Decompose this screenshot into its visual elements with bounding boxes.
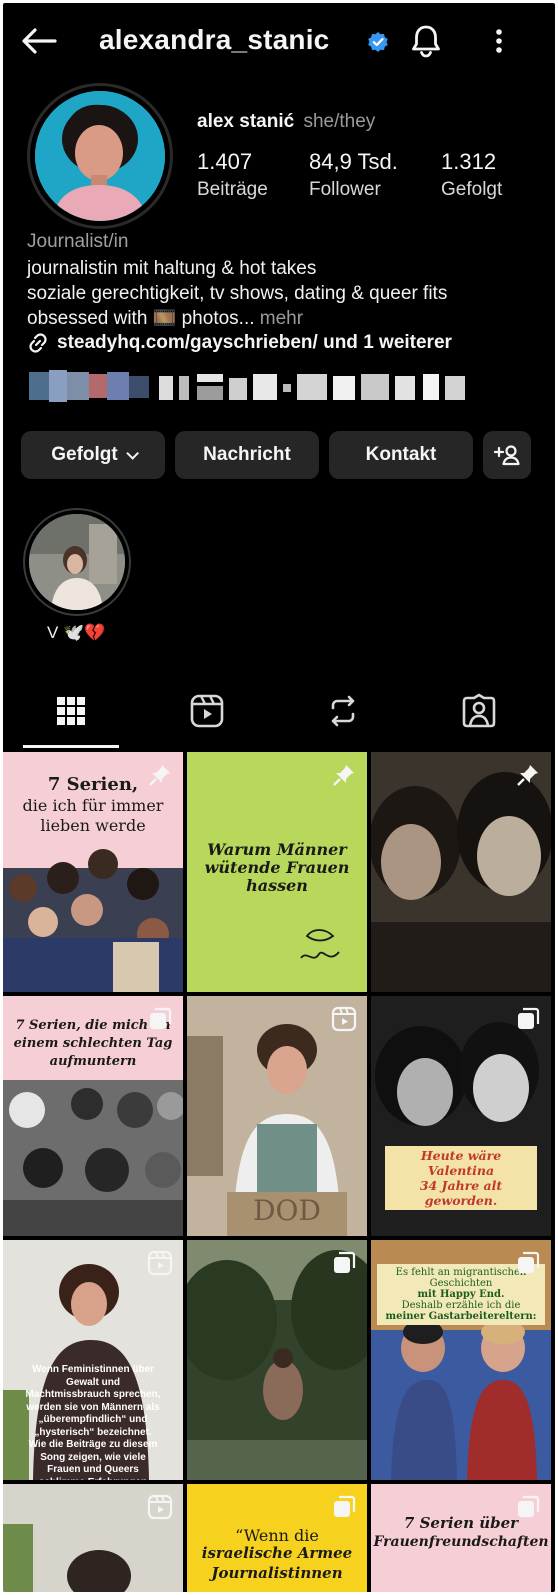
stat-value: 1.407: [197, 149, 253, 174]
signature-logo: [300, 929, 340, 959]
link-icon: [29, 333, 47, 353]
category-label: Journalist/in: [27, 231, 129, 252]
reel-icon: [147, 1494, 173, 1520]
post-tile[interactable]: 7 Serien über Frauenfreundschaften: [371, 1484, 551, 1592]
profile-link[interactable]: steadyhq.com/gayschrieben/ und 1 weitere…: [27, 332, 452, 354]
post-text: mit Happy End.: [417, 1289, 505, 1300]
content-tabs: [3, 687, 555, 749]
active-tab-indicator: [23, 745, 119, 748]
post-caption-box: Heute wäre Valentina 34 Jahre alt geword…: [385, 1146, 537, 1210]
post-photo: DOD: [187, 996, 367, 1236]
username-title: alexandra_stanic: [99, 24, 330, 55]
bio-line: obsessed with 🎞️ photos... mehr: [27, 306, 303, 330]
stat-label: Follower: [309, 179, 381, 200]
pin-icon: [149, 765, 170, 786]
post-text: Journalistinnen: [211, 1564, 343, 1582]
tagged-icon: [462, 693, 496, 728]
bio-text: obsessed with 🎞️ photos...: [27, 308, 255, 329]
post-tile[interactable]: Es fehlt an migrantischen Geschichten mi…: [371, 1240, 551, 1480]
tab-reels[interactable]: [187, 691, 227, 731]
verified-badge-icon: [368, 32, 388, 52]
story-highlight[interactable]: [29, 514, 125, 610]
post-photo: [371, 752, 551, 992]
pin-icon: [333, 765, 354, 786]
name-line: alex stanić she/they: [197, 111, 375, 133]
avatar[interactable]: [35, 91, 165, 221]
post-tile[interactable]: 7 Serien, die ich für immer lieben werde: [3, 752, 183, 992]
more-link[interactable]: mehr: [260, 308, 303, 329]
bio-line: journalistin mit haltung & hot takes: [27, 258, 317, 279]
bio-line: soziale gerechtigkeit, tv shows, dating …: [27, 283, 448, 304]
post-photo: [187, 1240, 367, 1480]
back-arrow-icon[interactable]: [19, 25, 59, 57]
post-text: aufmuntern: [49, 1054, 137, 1069]
carousel-icon: [518, 1251, 540, 1273]
svg-text:DOD: DOD: [253, 1194, 321, 1227]
reposts-icon: [331, 695, 355, 727]
post-tile[interactable]: Wenn Feministinnen über Gewalt und Macht…: [3, 1240, 183, 1480]
stat-followers[interactable]: 84,9 Tsd. Follower: [309, 149, 398, 201]
carousel-icon: [334, 1495, 356, 1517]
carousel-icon: [150, 1007, 172, 1029]
reel-icon: [147, 1250, 173, 1276]
stat-label: Gefolgt: [441, 179, 503, 200]
link-text: steadyhq.com/gayschrieben/ und 1 weitere…: [57, 332, 452, 353]
post-text: meiner Gastarbeitereltern:: [385, 1311, 537, 1322]
post-tile[interactable]: [3, 1484, 183, 1592]
tab-tagged[interactable]: [459, 691, 499, 731]
pin-icon: [517, 765, 538, 786]
carousel-icon: [518, 1007, 540, 1029]
stat-following[interactable]: 1.312 Gefolgt: [441, 149, 502, 201]
tab-grid[interactable]: [51, 691, 91, 731]
profile-screen: alexandra_stanic alex stanić she/they 1.…: [3, 3, 555, 1592]
more-vertical-icon[interactable]: [487, 25, 511, 57]
stat-value: 84,9 Tsd.: [309, 149, 398, 174]
pixelated-redacted-content: [29, 370, 465, 402]
grid-icon: [57, 697, 85, 725]
post-tile[interactable]: [187, 1240, 367, 1480]
following-button[interactable]: Gefolgt: [21, 431, 165, 479]
post-text: 34 Jahre alt geworden.: [419, 1178, 503, 1208]
post-tile[interactable]: Heute wäre Valentina 34 Jahre alt geword…: [371, 996, 551, 1236]
post-text: “Wenn die: [235, 1526, 319, 1545]
top-bar: alexandra_stanic: [3, 3, 555, 79]
message-button[interactable]: Nachricht: [175, 431, 319, 479]
post-tile[interactable]: 7 Serien, die mich an einem schlechten T…: [3, 996, 183, 1236]
post-text: hassen: [246, 876, 308, 895]
add-person-button[interactable]: [483, 431, 531, 479]
post-text: Wenn Feministinnen über Gewalt und Macht…: [25, 1364, 161, 1480]
stat-posts[interactable]: 1.407 Beiträge: [197, 149, 268, 201]
post-collage-image: [3, 1080, 183, 1236]
post-tile[interactable]: “Wenn die israelische Armee Journalistin…: [187, 1484, 367, 1592]
post-text: Frauenfreundschaften: [373, 1534, 549, 1550]
story-highlight-label: V 🕊️💔: [47, 623, 106, 642]
post-tile[interactable]: DOD: [187, 996, 367, 1236]
tab-reposts[interactable]: [323, 691, 363, 731]
post-text: lieben werde: [40, 816, 146, 835]
carousel-icon: [518, 1495, 540, 1517]
following-label: Gefolgt: [51, 444, 118, 465]
post-text: einem schlechten Tag: [13, 1036, 173, 1051]
post-tile[interactable]: [371, 752, 551, 992]
contact-button[interactable]: Kontakt: [329, 431, 473, 479]
post-text: Deshalb erzähle ich die: [401, 1300, 521, 1311]
post-text: wütende Frauen: [204, 858, 350, 877]
stat-label: Beiträge: [197, 179, 268, 200]
post-text: Warum Männer: [207, 840, 347, 859]
display-name: alex stanić: [197, 111, 295, 132]
reels-icon: [190, 694, 224, 728]
post-collage-image: [3, 849, 183, 992]
reel-icon: [331, 1006, 357, 1032]
carousel-icon: [334, 1251, 356, 1273]
post-text: israelische Armee: [201, 1544, 353, 1562]
chevron-down-icon: [126, 446, 139, 460]
stat-value: 1.312: [441, 149, 497, 174]
post-tile[interactable]: Warum Männer wütende Frauen hassen: [187, 752, 367, 992]
bell-icon[interactable]: [409, 23, 443, 59]
post-text: die ich für immer: [22, 796, 164, 815]
post-text: Heute wäre Valentina: [420, 1148, 502, 1178]
add-person-icon: [494, 445, 520, 466]
pronouns: she/they: [303, 111, 376, 132]
